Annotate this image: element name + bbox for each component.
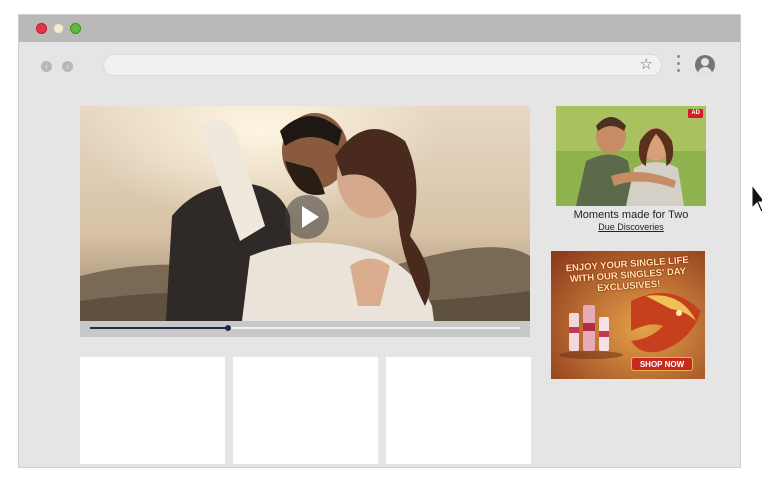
browser-menu-button[interactable]	[675, 55, 681, 75]
back-button[interactable]: ‹	[41, 61, 52, 72]
close-window-button[interactable]	[36, 23, 47, 34]
progress-fill	[90, 327, 228, 329]
chevron-left-icon: ‹	[45, 61, 48, 71]
content-card[interactable]	[386, 357, 531, 464]
ad-advertiser-link[interactable]: Due Discoveries	[556, 222, 706, 232]
address-bar[interactable]: ☆	[103, 54, 662, 76]
browser-toolbar: ‹ › ☆	[19, 42, 740, 88]
play-icon	[302, 206, 319, 228]
maximize-window-button[interactable]	[70, 23, 81, 34]
couple-ad-photo	[556, 106, 706, 206]
sidebar-ad-image[interactable]: AD	[556, 106, 706, 206]
content-card[interactable]	[233, 357, 378, 464]
video-controls-bar	[80, 321, 530, 337]
shop-now-button[interactable]: SHOP NOW	[631, 357, 693, 371]
singles-day-ad-banner[interactable]: ENJOY YOUR SINGLE LIFE WITH OUR SINGLES'…	[551, 251, 705, 379]
bookmark-star-icon[interactable]: ☆	[640, 56, 653, 74]
vertical-dots-icon	[676, 55, 680, 58]
title-bar	[19, 15, 740, 42]
forward-button[interactable]: ›	[62, 61, 73, 72]
play-button[interactable]	[285, 195, 329, 239]
progress-handle[interactable]	[224, 325, 231, 331]
content-card[interactable]	[80, 357, 225, 464]
mouse-cursor-icon	[751, 184, 762, 213]
video-player[interactable]	[80, 106, 530, 337]
profile-avatar-icon[interactable]	[695, 55, 715, 75]
ad-title[interactable]: Moments made for Two	[556, 209, 706, 221]
chevron-right-icon: ›	[66, 61, 69, 71]
minimize-window-button[interactable]	[53, 23, 64, 34]
browser-window: ‹ › ☆ AD Moments made for Two Due Discov…	[18, 14, 741, 468]
progress-track[interactable]	[90, 325, 520, 331]
ad-badge: AD	[688, 109, 703, 118]
